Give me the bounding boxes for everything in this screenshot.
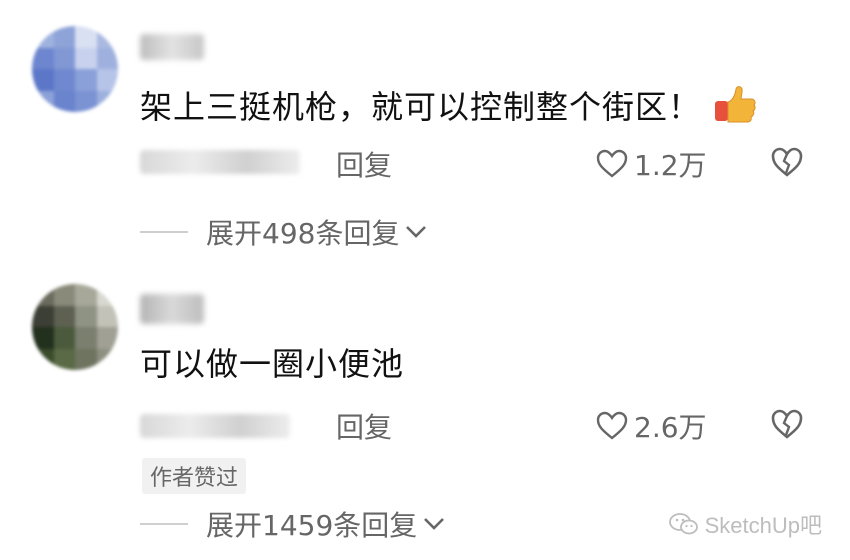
author-liked-badge: 作者赞过 [142, 458, 247, 494]
comment-text: 架上三挺机枪，就可以控制整个街区！ [140, 84, 757, 133]
wechat-icon [668, 513, 698, 535]
username-blurred[interactable] [140, 294, 204, 324]
like-button[interactable]: 2.6万 [596, 406, 707, 446]
divider-line [140, 231, 188, 233]
heart-icon [596, 149, 628, 178]
username-blurred[interactable] [140, 34, 204, 60]
broken-heart-icon[interactable] [770, 408, 804, 442]
avatar[interactable] [32, 26, 118, 112]
watermark-text: SketchUp吧 [704, 513, 822, 538]
chevron-down-icon [406, 226, 427, 238]
chevron-down-icon [424, 518, 445, 530]
like-count: 2.6万 [634, 411, 707, 444]
expand-replies[interactable]: 展开1459条回复 [140, 504, 445, 544]
thumbs-up-icon [713, 84, 757, 133]
reply-button[interactable]: 回复 [336, 406, 392, 446]
avatar[interactable] [32, 284, 118, 370]
reply-button[interactable]: 回复 [336, 144, 392, 184]
comment-text-content: 架上三挺机枪，就可以控制整个街区！ [140, 88, 702, 126]
divider-line [140, 523, 188, 525]
comment-text: 可以做一圈小便池 [140, 344, 404, 384]
like-button[interactable]: 1.2万 [596, 144, 707, 184]
broken-heart-icon[interactable] [770, 146, 804, 180]
expand-replies-label: 展开1459条回复 [206, 509, 418, 542]
timestamp-blurred [140, 414, 290, 438]
watermark: SketchUp吧 [668, 508, 822, 540]
heart-icon [596, 411, 628, 440]
like-count: 1.2万 [634, 149, 707, 182]
comment-1: 架上三挺机枪，就可以控制整个街区！ 回复 1.2万 展开498条回复 [0, 0, 850, 270]
comment-text-content: 可以做一圈小便池 [140, 345, 405, 383]
expand-replies[interactable]: 展开498条回复 [140, 212, 427, 252]
timestamp-blurred [140, 150, 300, 174]
expand-replies-label: 展开498条回复 [206, 217, 400, 250]
